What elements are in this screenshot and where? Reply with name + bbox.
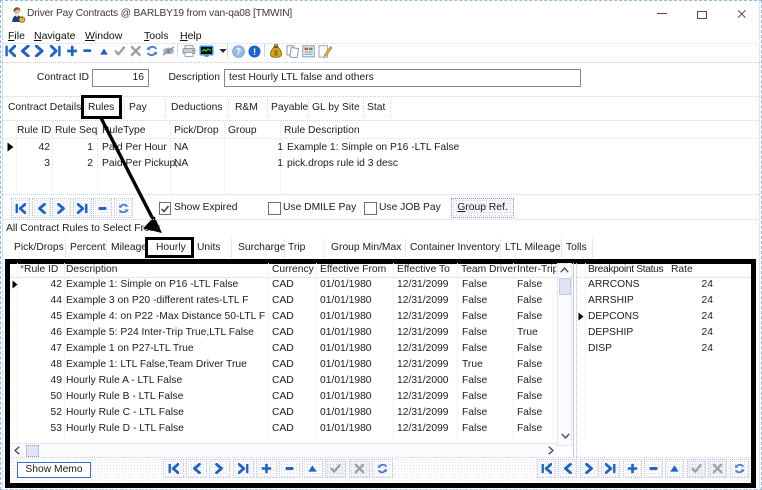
svg-text:!: ! xyxy=(253,46,256,57)
svg-text:?: ? xyxy=(236,47,242,57)
svg-text:$: $ xyxy=(274,50,278,57)
